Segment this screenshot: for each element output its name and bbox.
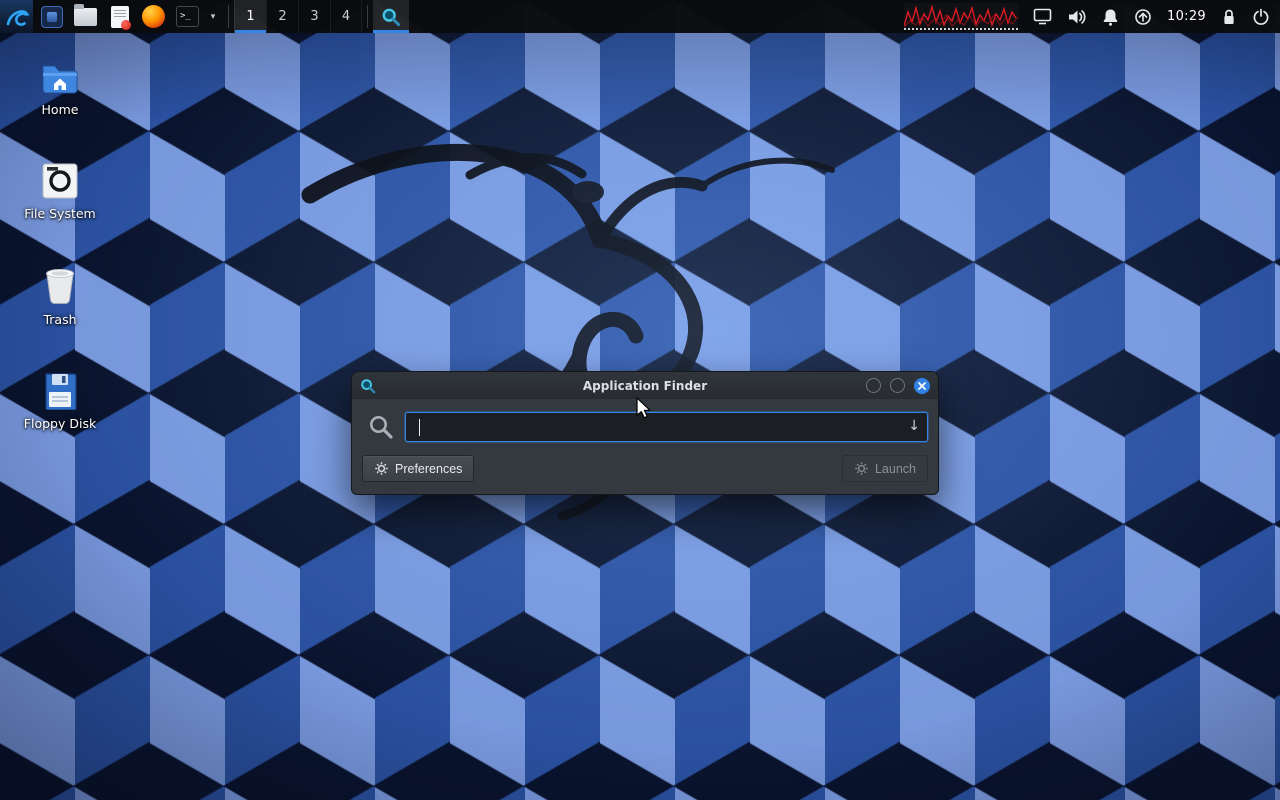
chevron-down-icon[interactable]: ▾ — [207, 12, 219, 22]
window-controls — [866, 378, 930, 394]
screen-lock-button[interactable] — [1221, 8, 1237, 26]
logout-power-button[interactable] — [1252, 8, 1270, 26]
firefox-launcher[interactable] — [139, 0, 168, 33]
workspace-switcher: 1 2 3 4 — [234, 0, 362, 33]
titlebar[interactable]: Application Finder — [352, 372, 938, 399]
kali-logo-icon — [5, 5, 29, 29]
taskbar-application-finder[interactable] — [373, 0, 409, 33]
file-manager-launcher[interactable] — [71, 0, 100, 33]
lock-icon — [1221, 8, 1237, 26]
search-icon — [368, 414, 394, 440]
updates-tray-button[interactable] — [1134, 8, 1152, 26]
panel-left-group: >_ ▾ 1 2 3 4 — [0, 0, 409, 33]
window-app-icon — [360, 378, 376, 394]
floppy-disk-icon — [16, 368, 104, 410]
file-system-drive-icon — [16, 158, 104, 200]
desktop-icon-label: Floppy Disk — [16, 416, 104, 431]
action-bar: Preferences Launch — [352, 451, 938, 494]
workspace-1[interactable]: 1 — [234, 0, 266, 33]
launch-label: Launch — [875, 462, 916, 476]
preferences-label: Preferences — [395, 462, 462, 476]
minimize-button[interactable] — [866, 378, 881, 393]
gear-icon — [374, 461, 389, 476]
desktop-icon-trash[interactable]: Trash — [16, 264, 104, 327]
system-load-graph[interactable] — [904, 3, 1018, 30]
kali-menu-button[interactable] — [0, 0, 33, 33]
maximize-button[interactable] — [890, 378, 905, 393]
firefox-icon — [142, 5, 165, 28]
terminal-launcher[interactable]: >_ — [173, 0, 202, 33]
terminal-icon: >_ — [176, 6, 199, 27]
folder-icon — [74, 8, 97, 26]
top-panel: >_ ▾ 1 2 3 4 — [0, 0, 1280, 33]
panel-separator — [367, 5, 368, 28]
cpu-graph-icon — [904, 3, 1018, 28]
launch-gear-icon — [854, 461, 869, 476]
panel-right-group: 10:29 — [904, 0, 1280, 33]
workspace-2[interactable]: 2 — [266, 0, 298, 33]
update-globe-icon — [1134, 8, 1152, 26]
desktop-icon-file-system[interactable]: File System — [16, 158, 104, 221]
desktop-icon-floppy-disk[interactable]: Floppy Disk — [16, 368, 104, 431]
search-input[interactable] — [406, 413, 927, 441]
desktop-icon-label: File System — [16, 206, 104, 221]
search-entry: ↓ — [405, 412, 928, 442]
power-icon — [1252, 8, 1270, 26]
bell-icon — [1102, 8, 1119, 26]
desktop-icon-label: Trash — [16, 312, 104, 327]
notifications-tray-button[interactable] — [1102, 8, 1119, 26]
desktop-icon-label: Home — [16, 102, 104, 117]
search-row: ↓ — [352, 399, 938, 451]
desktop-icon-home[interactable]: Home — [16, 54, 104, 117]
close-icon — [918, 382, 926, 390]
display-icon — [1033, 8, 1052, 25]
launch-button[interactable]: Launch — [842, 455, 928, 482]
window-title: Application Finder — [352, 379, 938, 393]
display-tray-button[interactable] — [1033, 8, 1052, 25]
text-caret — [419, 419, 420, 436]
files-icon — [41, 6, 63, 28]
home-folder-icon — [16, 54, 104, 96]
launcher-group: >_ ▾ — [33, 0, 223, 33]
files-launcher[interactable] — [37, 0, 66, 33]
panel-separator — [228, 5, 229, 28]
preferences-button[interactable]: Preferences — [362, 455, 474, 482]
workspace-4[interactable]: 4 — [330, 0, 362, 33]
trash-can-icon — [16, 264, 104, 306]
text-editor-launcher[interactable] — [105, 0, 134, 33]
volume-tray-button[interactable] — [1067, 8, 1087, 26]
application-finder-window: Application Finder ↓ — [352, 372, 938, 494]
volume-icon — [1067, 8, 1087, 26]
workspace-3[interactable]: 3 — [298, 0, 330, 33]
expand-arrow-icon[interactable]: ↓ — [908, 418, 920, 434]
panel-clock[interactable]: 10:29 — [1167, 9, 1206, 24]
app-finder-task-icon — [381, 7, 401, 27]
close-button[interactable] — [914, 378, 930, 394]
document-icon — [111, 6, 129, 28]
